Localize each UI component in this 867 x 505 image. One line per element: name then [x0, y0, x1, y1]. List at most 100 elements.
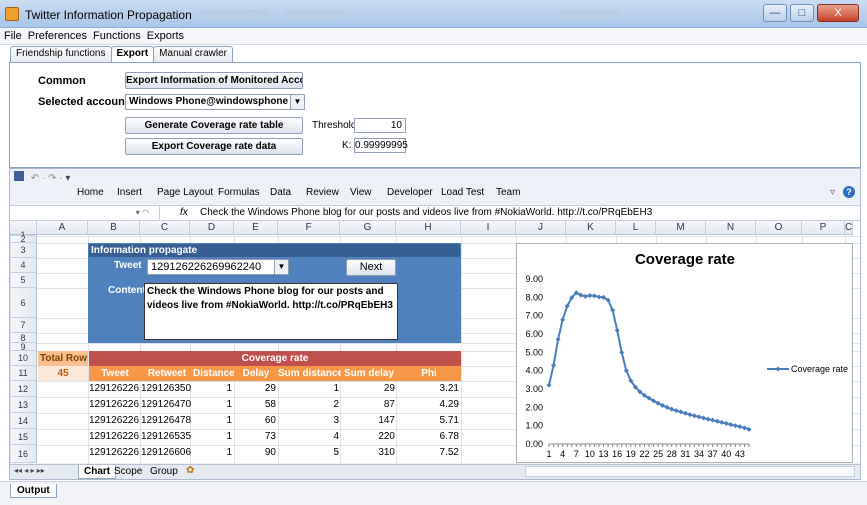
sheet-tab-group[interactable]: Group: [150, 466, 178, 477]
table-cell[interactable]: 129126226269: [89, 429, 139, 445]
row-header[interactable]: 5: [10, 273, 37, 288]
table-cell[interactable]: 129126226269: [89, 445, 139, 461]
maximize-button[interactable]: □: [790, 4, 814, 22]
column-header[interactable]: E: [234, 221, 278, 235]
table-cell[interactable]: 87: [341, 397, 395, 413]
table-cell[interactable]: 129126226269: [89, 381, 139, 397]
ribbon-tab-insert[interactable]: Insert: [117, 187, 142, 198]
table-cell[interactable]: 147: [341, 413, 395, 429]
table-cell[interactable]: 1: [193, 381, 232, 397]
table-cell[interactable]: 1: [193, 413, 232, 429]
row-header[interactable]: 13: [10, 397, 37, 413]
generate-table-button[interactable]: Generate Coverage rate table: [125, 117, 303, 134]
row-header[interactable]: 9: [10, 343, 37, 352]
ribbon-tab-home[interactable]: Home: [77, 187, 104, 198]
table-cell[interactable]: 58: [234, 397, 276, 413]
ribbon-tab-review[interactable]: Review: [306, 187, 339, 198]
column-header[interactable]: A: [37, 221, 88, 235]
formula-text[interactable]: Check the Windows Phone blog for our pos…: [200, 207, 652, 218]
table-cell[interactable]: 4.29: [397, 397, 459, 413]
column-header[interactable]: O: [756, 221, 802, 235]
column-header[interactable]: I: [461, 221, 516, 235]
column-header[interactable]: J: [516, 221, 566, 235]
export-info-button[interactable]: Export Information of Monitored Acco...: [125, 72, 303, 89]
table-cell[interactable]: 5: [278, 445, 339, 461]
ribbon-tab-page-layout[interactable]: Page Layout: [157, 187, 213, 198]
name-box[interactable]: ▾ ◠: [10, 206, 160, 220]
row-header[interactable]: 14: [10, 413, 37, 429]
row-header[interactable]: 16: [10, 445, 37, 463]
column-header[interactable]: H: [396, 221, 461, 235]
coverage-chart[interactable]: Coverage rate 0.00 1.00 2.00 3.00 4.00 5.00 6.0…: [516, 243, 853, 463]
qat-dropdown-icon[interactable]: ▾: [65, 173, 70, 184]
sheet-tab-chart[interactable]: Chart: [78, 465, 117, 479]
next-button[interactable]: Next: [346, 259, 396, 276]
table-cell[interactable]: 1: [193, 445, 232, 461]
table-cell[interactable]: 129126226269: [89, 397, 139, 413]
column-header[interactable]: B: [88, 221, 140, 235]
k-input[interactable]: 0.99999995: [354, 138, 408, 153]
table-cell[interactable]: 3: [278, 413, 339, 429]
column-header[interactable]: C: [845, 221, 854, 235]
table-cell[interactable]: 73: [234, 429, 276, 445]
horizontal-scrollbar[interactable]: [525, 466, 855, 477]
column-header[interactable]: P: [802, 221, 845, 235]
save-icon[interactable]: [14, 171, 24, 181]
ribbon-tab-data[interactable]: Data: [270, 187, 291, 198]
ribbon-tab-load-test[interactable]: Load Test: [441, 187, 484, 198]
row-header[interactable]: 10: [10, 351, 37, 366]
tab-manual-crawler[interactable]: Manual crawler: [153, 46, 233, 62]
table-cell[interactable]: 1: [278, 381, 339, 397]
tab-export[interactable]: Export: [110, 46, 155, 63]
row-header[interactable]: 6: [10, 288, 37, 318]
column-header[interactable]: M: [656, 221, 706, 235]
row-header[interactable]: 4: [10, 258, 37, 273]
sheet-nav-arrows[interactable]: ◂◂ ◂ ▸ ▸▸: [14, 466, 45, 475]
new-sheet-icon[interactable]: ✿: [186, 465, 194, 476]
chevron-down-icon[interactable]: ▼: [274, 260, 288, 274]
ribbon-tab-view[interactable]: View: [350, 187, 372, 198]
tab-friendship-functions[interactable]: Friendship functions: [10, 46, 112, 62]
row-header[interactable]: 2: [10, 235, 37, 244]
table-cell[interactable]: 220: [341, 429, 395, 445]
ribbon-tab-formulas[interactable]: Formulas: [218, 187, 260, 198]
column-header[interactable]: D: [190, 221, 234, 235]
table-cell[interactable]: 129126606102: [141, 445, 191, 461]
table-cell[interactable]: 7.52: [397, 445, 459, 461]
table-cell[interactable]: 129126535323: [141, 429, 191, 445]
table-cell[interactable]: 2: [278, 397, 339, 413]
column-header[interactable]: L: [616, 221, 656, 235]
table-cell[interactable]: 129126478378: [141, 413, 191, 429]
table-cell[interactable]: 129126350489: [141, 381, 191, 397]
tweet-select[interactable]: 129126226269962240 ▼: [147, 259, 289, 275]
row-header[interactable]: 3: [10, 243, 37, 258]
table-cell[interactable]: 90: [234, 445, 276, 461]
table-cell[interactable]: 29: [341, 381, 395, 397]
table-cell[interactable]: 3.21: [397, 381, 459, 397]
table-cell[interactable]: 129126470148: [141, 397, 191, 413]
table-cell[interactable]: 4: [278, 429, 339, 445]
table-cell[interactable]: 1: [193, 429, 232, 445]
column-header[interactable]: N: [706, 221, 756, 235]
column-header[interactable]: G: [340, 221, 396, 235]
menu-exports[interactable]: Exports: [143, 28, 186, 42]
row-header[interactable]: 15: [10, 429, 37, 445]
row-header[interactable]: 11: [10, 366, 37, 381]
help-icon[interactable]: ?: [843, 186, 855, 198]
export-coverage-button[interactable]: Export Coverage rate data: [125, 138, 303, 155]
ribbon-tab-team[interactable]: Team: [496, 187, 520, 198]
sheet-tab-scope[interactable]: Scope: [114, 466, 142, 477]
threshold-input[interactable]: 10: [354, 118, 406, 133]
minimize-button[interactable]: —: [763, 4, 787, 22]
ribbon-minimize-icon[interactable]: ▿: [830, 187, 835, 198]
chevron-down-icon[interactable]: ▼: [290, 95, 304, 109]
table-cell[interactable]: 310: [341, 445, 395, 461]
row-header[interactable]: 7: [10, 318, 37, 333]
menu-functions[interactable]: Functions: [89, 28, 143, 42]
table-cell[interactable]: 129126226269: [89, 413, 139, 429]
column-header[interactable]: K: [566, 221, 616, 235]
column-header[interactable]: C: [140, 221, 190, 235]
column-header[interactable]: F: [278, 221, 340, 235]
table-cell[interactable]: 29: [234, 381, 276, 397]
table-cell[interactable]: 60: [234, 413, 276, 429]
